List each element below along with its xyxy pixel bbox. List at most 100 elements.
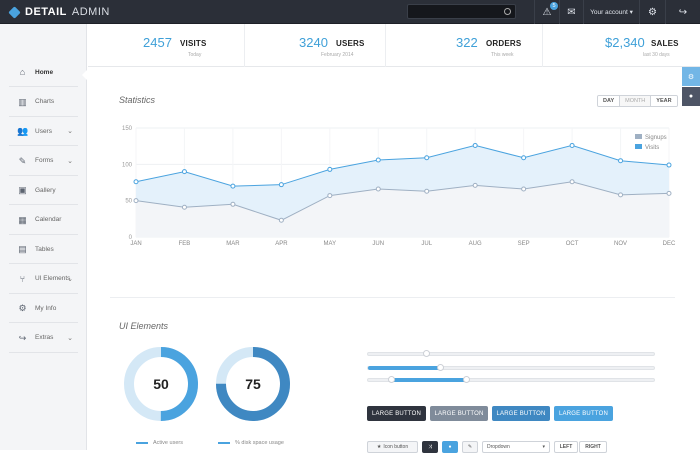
top-bar: DETAIL ADMIN ⚠ 5 ✉ Your account ▾ ⚙ ↪ — [0, 0, 700, 24]
sidebar-item-forms[interactable]: ✎ Forms ⌄ — [9, 147, 78, 176]
legend-active-users: Active users — [136, 440, 183, 446]
record-button[interactable]: ● — [442, 441, 458, 453]
stats-row: 2457 VISITS Today 3240 USERS February 20… — [88, 24, 700, 67]
stat-users: 3240 USERS February 2014 — [229, 24, 386, 67]
shuffle-button[interactable]: ⤨ — [422, 441, 438, 453]
image-icon: ▣ — [18, 185, 27, 195]
tab-month[interactable]: MONTH — [620, 96, 652, 106]
active-nav-indicator — [82, 69, 88, 81]
x-tick-label: AUG — [469, 241, 482, 247]
donut-active-users: 50 — [124, 347, 198, 421]
slider-handle[interactable] — [422, 350, 430, 357]
sidebar-item-users[interactable]: 👥 Users ⌄ — [9, 117, 78, 146]
stat-label: ORDERS — [486, 39, 522, 48]
account-menu-button[interactable]: Your account ▾ — [583, 0, 639, 24]
x-tick-label: FEB — [179, 241, 191, 247]
sidebar-item-charts[interactable]: ▥ Charts — [9, 88, 78, 117]
stat-label: VISITS — [180, 39, 207, 48]
slider-handle[interactable] — [388, 376, 396, 383]
icon-button[interactable]: ★ Icon button — [367, 441, 418, 453]
share-button[interactable]: ↪ — [665, 0, 700, 24]
brand-name-bold: DETAIL — [25, 6, 67, 18]
data-point — [133, 198, 139, 204]
alerts-button[interactable]: ⚠ 5 — [534, 0, 559, 24]
x-tick-label: MAY — [324, 241, 337, 247]
sidebar-item-my-info[interactable]: ⚙ My Info — [9, 294, 78, 323]
stat-subtext: February 2014 — [321, 52, 354, 58]
record-icon: ● — [448, 444, 452, 450]
sidebar-item-label: Calendar — [35, 216, 62, 223]
chevron-down-icon: ⌄ — [67, 334, 73, 342]
stat-subtext: Today — [188, 52, 202, 58]
donut-disk-usage: 75 — [216, 347, 290, 421]
data-point — [424, 188, 430, 194]
sidebar-item-tables[interactable]: ▤ Tables — [9, 235, 78, 264]
data-point — [278, 217, 284, 223]
legend-label: Signups — [645, 135, 667, 141]
left-button[interactable]: LEFT — [554, 441, 578, 453]
sidebar-item-home[interactable]: ⌂ Home — [9, 58, 78, 87]
x-tick-label: NOV — [614, 241, 627, 247]
data-point — [666, 190, 672, 196]
share-icon: ↪ — [18, 332, 27, 343]
brand-logo[interactable]: DETAIL ADMIN — [8, 4, 110, 20]
tab-day[interactable]: DAY — [598, 96, 621, 106]
large-button-blue[interactable]: LARGE BUTTON — [492, 406, 550, 421]
search-input[interactable] — [408, 9, 500, 22]
data-point — [666, 162, 672, 168]
range-slider[interactable] — [367, 376, 655, 383]
settings-button[interactable]: ⚙ — [639, 0, 665, 24]
large-button-gray[interactable]: LARGE BUTTON — [430, 406, 488, 421]
calendar-icon: ▦ — [18, 214, 27, 225]
range-slider[interactable] — [367, 364, 655, 371]
sidebar-item-label: Forms — [35, 157, 54, 164]
range-slider[interactable] — [367, 350, 655, 357]
edit-icon: ✎ — [18, 155, 27, 166]
statistics-chart: 050100150JAN FEB MAR APR MAY JUN JUL AUG SEP OCT N… — [122, 126, 676, 247]
legend-swatch — [218, 442, 230, 444]
search-icon[interactable] — [504, 8, 511, 15]
diamond-logo-icon — [8, 5, 21, 19]
large-button-dark[interactable]: LARGE BUTTON — [367, 406, 426, 421]
stat-label: SALES — [651, 39, 679, 48]
data-point — [230, 183, 236, 189]
data-point — [327, 166, 333, 172]
tab-year[interactable]: YEAR — [651, 96, 677, 106]
data-point — [521, 186, 527, 192]
cog-icon: ⚙ — [687, 73, 695, 81]
stat-value: 2457 — [143, 35, 172, 50]
data-point — [278, 182, 284, 188]
table-icon: ▤ — [18, 244, 27, 254]
legend-swatch — [635, 134, 642, 139]
chevron-down-icon: ⌄ — [67, 128, 73, 135]
side-tab-dot[interactable]: ● — [682, 87, 700, 106]
side-tab-settings[interactable]: ⚙ — [682, 67, 700, 86]
data-point — [521, 155, 527, 161]
messages-button[interactable]: ✉ — [559, 0, 583, 24]
stat-value: $2,340 — [605, 35, 645, 50]
brush-button[interactable]: ✎ — [462, 441, 478, 453]
sidebar-item-gallery[interactable]: ▣ Gallery — [9, 176, 78, 205]
right-button[interactable]: RIGHT — [579, 441, 607, 453]
share-icon: ↪ — [678, 6, 688, 18]
legend-label: % disk space usage — [235, 440, 284, 446]
slider-handle[interactable] — [462, 376, 470, 383]
large-button-light-blue[interactable]: LARGE BUTTON — [554, 406, 613, 421]
slider-handle[interactable] — [437, 364, 444, 371]
bar-chart-icon: ▥ — [18, 96, 27, 107]
x-tick-label: JUN — [372, 241, 384, 247]
stat-visits: 2457 VISITS Today — [88, 24, 245, 67]
dropdown-select[interactable]: Dropdown ▾ — [482, 441, 550, 453]
sidebar: ⌂ Home ▥ Charts 👥 Users ⌄ ✎ Forms ⌄ ▣ Gallery ▦ Calen… — [0, 24, 87, 450]
data-point — [181, 204, 187, 210]
brush-icon: ✎ — [467, 444, 473, 450]
donut-value: 75 — [245, 376, 261, 392]
legend-label: Visits — [645, 145, 659, 151]
sidebar-item-extras[interactable]: ↪ Extras ⌄ — [9, 324, 78, 353]
slider-fill — [368, 366, 440, 370]
sidebar-item-ui-elements[interactable]: ⑂ UI Elements ⌄ — [9, 265, 78, 294]
data-point — [327, 193, 333, 199]
stat-value: 3240 — [299, 35, 328, 50]
data-point — [133, 179, 139, 185]
sidebar-item-calendar[interactable]: ▦ Calendar — [9, 206, 78, 235]
